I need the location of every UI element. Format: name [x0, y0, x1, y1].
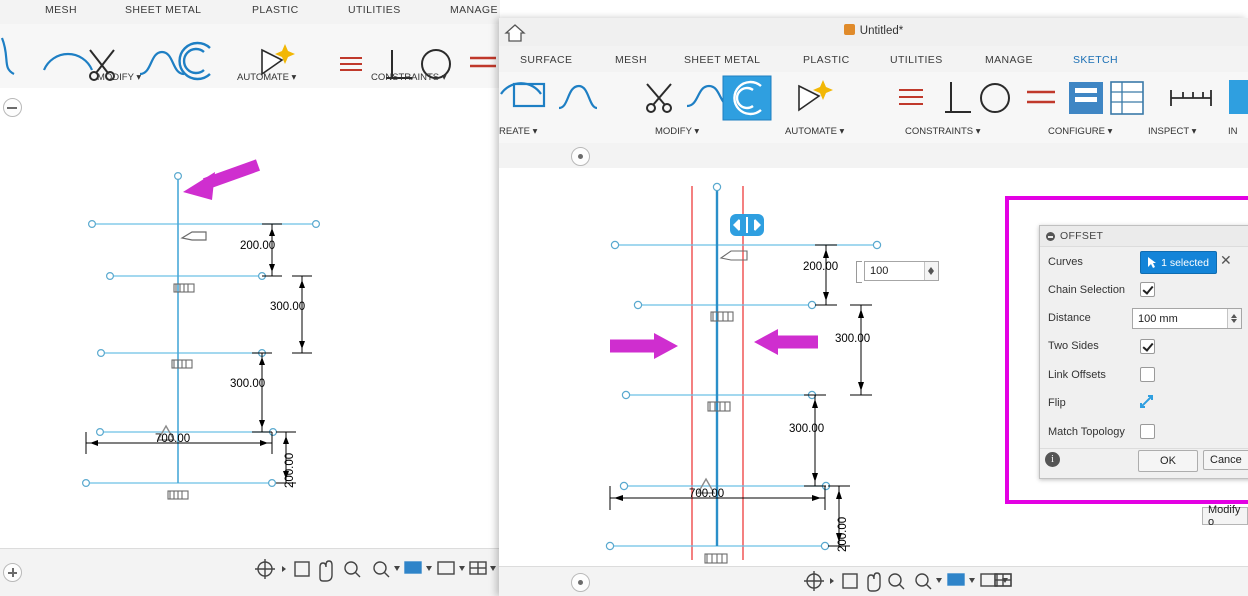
tab-utilities[interactable]: UTILITIES: [890, 54, 943, 66]
group-inspect[interactable]: INSPECT ▾: [1148, 126, 1196, 137]
front-ribbon-icons: [500, 75, 1248, 121]
background-ribbon: MODIFY ▾ AUTOMATE ▾ CONSTRAINTS ▾: [0, 24, 500, 89]
row-label-match-topology: Match Topology: [1048, 426, 1125, 438]
inline-distance-value: 100: [870, 265, 889, 277]
bg-dim-700[interactable]: 700.00: [155, 433, 190, 445]
offset-dialog[interactable]: OFFSET Curves 1 selected ✕ Chain Selecti…: [1039, 225, 1248, 479]
group-modify[interactable]: MODIFY ▾: [655, 126, 699, 137]
row-label-flip: Flip: [1048, 397, 1066, 409]
clear-selection-icon[interactable]: ✕: [1220, 252, 1232, 269]
dim-200-top[interactable]: 200.00: [803, 261, 838, 273]
row-label-link-offsets: Link Offsets: [1048, 369, 1106, 381]
screenshot-root: MESH SHEET METAL PLASTIC UTILITIES MANAG…: [0, 0, 1248, 596]
offset-dialog-titlebar[interactable]: OFFSET: [1040, 226, 1248, 247]
group-constraints[interactable]: CONSTRAINTS ▾: [905, 126, 981, 137]
tab-sketch[interactable]: SKETCH: [1073, 54, 1118, 66]
modify-context-button[interactable]: Modify o: [1202, 504, 1248, 528]
match-topology-checkbox[interactable]: [1140, 424, 1155, 439]
dim-200-bottom[interactable]: 200.00: [837, 517, 849, 552]
bg-tab-manage[interactable]: MANAGE: [450, 4, 498, 16]
inline-distance-field[interactable]: 100: [864, 261, 939, 281]
curves-selection-button[interactable]: 1 selected: [1140, 251, 1217, 274]
bg-dim-200-bottom[interactable]: 200.00: [284, 453, 296, 488]
front-title-text: Untitled*: [859, 25, 904, 37]
two-sides-checkbox[interactable]: [1140, 339, 1155, 354]
front-window-title: Untitled*: [499, 24, 1248, 37]
front-browser-bar: [499, 143, 1248, 169]
bg-group-automate[interactable]: AUTOMATE ▾: [237, 72, 296, 83]
background-ribbon-tab-strip: MESH SHEET METAL PLASTIC UTILITIES MANAG…: [0, 0, 500, 25]
chain-selection-checkbox[interactable]: [1140, 282, 1155, 297]
bg-dim-300-upper[interactable]: 300.00: [270, 301, 305, 313]
offset-dialog-title: OFFSET: [1060, 230, 1104, 242]
inline-field-handle: [856, 261, 862, 283]
row-label-distance: Distance: [1048, 312, 1091, 324]
group-create[interactable]: REATE ▾: [499, 126, 537, 137]
dim-300-lower[interactable]: 300.00: [789, 423, 824, 435]
bg-navbar-icons: [255, 559, 496, 582]
front-navbar-icons: [804, 571, 1012, 592]
background-sketch-geometry: [81, 171, 321, 500]
active-fusion-window: Untitled* SURFACE MESH SHEET METAL PLAST…: [499, 18, 1248, 596]
row-label-two-sides: Two Sides: [1048, 340, 1099, 352]
distance-stepper[interactable]: [1227, 309, 1241, 328]
link-offsets-checkbox[interactable]: [1140, 367, 1155, 382]
distance-value: 100 mm: [1138, 312, 1178, 325]
group-insert[interactable]: IN: [1228, 126, 1238, 137]
row-label-curves: Curves: [1048, 256, 1083, 268]
bg-tab-sheet-metal[interactable]: SHEET METAL: [125, 4, 201, 16]
dialog-collapse-icon[interactable]: [1046, 232, 1055, 241]
tab-sheet-metal[interactable]: SHEET METAL: [684, 54, 760, 66]
cursor-icon: [1148, 257, 1157, 268]
background-canvas[interactable]: 200.00 300.00 300.00 700.00 200.00: [0, 88, 500, 548]
distance-field[interactable]: 100 mm: [1132, 308, 1242, 329]
group-configure[interactable]: CONFIGURE ▾: [1048, 126, 1112, 137]
bg-tab-plastic[interactable]: PLASTIC: [252, 4, 299, 16]
dialog-separator: [1040, 448, 1248, 449]
cancel-button[interactable]: Cance: [1203, 450, 1248, 470]
info-icon[interactable]: i: [1045, 452, 1060, 467]
bg-dim-300-lower[interactable]: 300.00: [230, 378, 265, 390]
front-canvas[interactable]: 200.00 300.00 300.00 700.00 200.00 100 O…: [499, 168, 1248, 566]
bg-group-constraints[interactable]: CONSTRAINTS ▾: [371, 72, 447, 83]
fusion-file-icon: [843, 24, 855, 35]
bg-group-modify[interactable]: MODIFY ▾: [97, 72, 141, 83]
tab-mesh[interactable]: MESH: [615, 54, 647, 66]
bg-tab-mesh[interactable]: MESH: [45, 4, 77, 16]
dim-700[interactable]: 700.00: [689, 488, 724, 500]
tab-plastic[interactable]: PLASTIC: [803, 54, 850, 66]
tab-manage[interactable]: MANAGE: [985, 54, 1033, 66]
curves-selection-label: 1 selected: [1161, 256, 1209, 269]
tab-surface[interactable]: SURFACE: [520, 54, 572, 66]
front-ribbon-tab-strip: SURFACE MESH SHEET METAL PLASTIC UTILITI…: [499, 46, 1248, 101]
dim-300-upper[interactable]: 300.00: [835, 333, 870, 345]
browser-collapse-button[interactable]: [571, 147, 590, 166]
front-title-bar: Untitled*: [499, 18, 1248, 47]
inline-distance-stepper[interactable]: [924, 262, 938, 280]
group-automate[interactable]: AUTOMATE ▾: [785, 126, 844, 137]
flip-icon[interactable]: [1139, 394, 1154, 409]
front-ribbon: REATE ▾ MODIFY ▾ AUTOMATE ▾ CONSTRAINTS …: [499, 72, 1248, 144]
bg-tab-utilities[interactable]: UTILITIES: [348, 4, 401, 16]
background-fusion-window: MESH SHEET METAL PLASTIC UTILITIES MANAG…: [0, 0, 500, 596]
ok-button[interactable]: OK: [1138, 450, 1198, 472]
background-status-bar: [0, 548, 500, 596]
bg-dim-200-top[interactable]: 200.00: [240, 240, 275, 252]
front-status-bar: [499, 566, 1248, 596]
row-label-chain-selection: Chain Selection: [1048, 284, 1126, 296]
